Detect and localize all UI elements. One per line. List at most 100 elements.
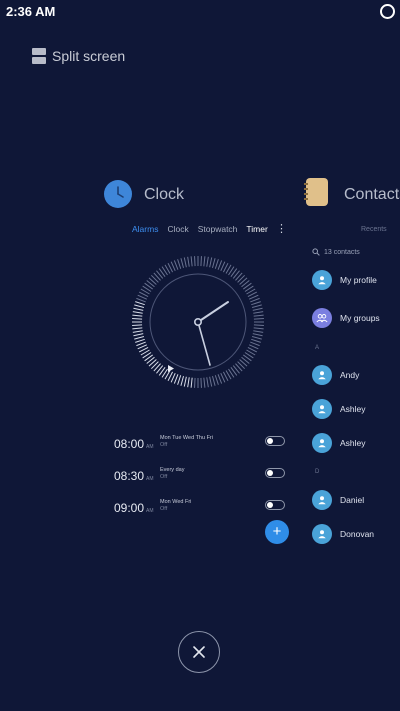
tab-timer[interactable]: Timer [246, 224, 267, 234]
dial-tick [136, 341, 146, 347]
dial-tick [209, 376, 213, 387]
dial-tick [183, 257, 187, 268]
contacts-search[interactable]: 13 contacts [312, 248, 360, 256]
dial-tick [217, 374, 223, 384]
alarm-days: Mon Wed Fri [160, 499, 192, 505]
add-alarm-button[interactable]: + [265, 520, 289, 544]
dial-tick [187, 377, 190, 388]
dial-tick [251, 336, 262, 340]
contact-name: Ashley [340, 404, 366, 414]
alarm-status: Off [160, 506, 168, 512]
dial-tick [212, 375, 216, 386]
contact-name: Andy [340, 370, 360, 380]
split-screen-label: Split screen [52, 48, 126, 64]
dial-tick [132, 327, 143, 330]
contacts-app-icon[interactable] [304, 178, 328, 206]
analog-clock-dial [130, 254, 266, 390]
dial-tick [132, 314, 143, 317]
contacts-app-title[interactable]: Contacts [344, 186, 400, 204]
person-avatar-icon [312, 433, 332, 453]
dial-tick [135, 301, 145, 306]
alarm-ampm: AM [146, 508, 154, 514]
dial-tick [133, 333, 144, 337]
dial-tick [135, 338, 145, 343]
clock-app-icon[interactable] [104, 180, 132, 208]
dial-tick [200, 256, 202, 267]
person-avatar-icon [312, 270, 332, 290]
dial-tick [180, 258, 184, 269]
dial-tick [194, 377, 196, 388]
dial-tick [206, 377, 209, 388]
hand-pivot [194, 318, 203, 327]
dial-tick [252, 333, 263, 337]
section-letter: D [315, 469, 320, 475]
dial-tick [250, 341, 260, 347]
person-avatar-icon [312, 365, 332, 385]
dial-tick [136, 297, 146, 303]
dial-tick [177, 375, 182, 385]
status-ring-icon [380, 4, 395, 19]
tab-stopwatch[interactable]: Stopwatch [198, 224, 238, 234]
clock-tabs: Alarms Clock Stopwatch Timer [132, 224, 268, 234]
contacts-count: 13 contacts [324, 248, 360, 256]
contact-item[interactable]: Donovan [312, 524, 374, 544]
person-avatar-icon [312, 524, 332, 544]
alarm-days: Mon Tue Wed Thu Fri [160, 435, 213, 441]
person-avatar-icon [312, 399, 332, 419]
tab-clock[interactable]: Clock [167, 224, 188, 234]
alarm-details: Mon Wed Fri Off [160, 499, 191, 513]
dial-tick [253, 318, 264, 320]
dial-tick [173, 260, 179, 270]
dial-tick [134, 304, 145, 308]
dial-tick [200, 377, 202, 388]
dial-tick [217, 260, 223, 270]
clock-app-title[interactable]: Clock [144, 186, 184, 204]
dial-tick [251, 338, 261, 343]
close-icon [193, 646, 205, 658]
dial-tick [190, 256, 193, 267]
dial-tick [180, 375, 184, 386]
dial-tick [214, 375, 219, 385]
contact-item[interactable]: Ashley [312, 399, 366, 419]
dial-tick [253, 327, 264, 330]
dial-tick [253, 324, 264, 326]
contact-item-my-groups[interactable]: My groups [312, 308, 380, 328]
contact-item[interactable]: Ashley [312, 433, 366, 453]
alarm-toggle[interactable] [265, 468, 285, 478]
alarm-ampm: AM [146, 444, 154, 450]
contact-item[interactable]: Andy [312, 365, 359, 385]
alarm-ampm: AM [146, 476, 154, 482]
search-icon [312, 248, 320, 256]
split-screen-button[interactable]: Split screen [32, 48, 125, 64]
alarm-details: Mon Tue Wed Thu Fri Off [160, 435, 213, 449]
alarm-time: 09:00 [114, 501, 145, 515]
alarm-row[interactable]: 08:00 AM [114, 435, 154, 453]
alarm-time: 08:00 [114, 437, 145, 451]
dial-tick [187, 256, 190, 267]
alarm-row[interactable]: 09:00 AM [114, 499, 154, 517]
dial-tick [173, 374, 179, 384]
alarm-row[interactable]: 08:30 AM [114, 467, 154, 485]
person-avatar-icon [312, 490, 332, 510]
dial-tick [203, 377, 206, 388]
dial-tick [190, 377, 193, 388]
dial-tick [177, 259, 182, 269]
alarm-toggle[interactable] [265, 500, 285, 510]
dial-tick [132, 324, 143, 326]
dial-tick [252, 307, 263, 311]
dial-tick [133, 307, 144, 311]
status-time: 2:36 AM [6, 4, 56, 19]
tab-alarms[interactable]: Alarms [132, 224, 158, 234]
close-recents-button[interactable] [178, 631, 220, 673]
alarm-toggle[interactable] [265, 436, 285, 446]
dial-tick [209, 257, 213, 268]
alarm-status: Off [160, 474, 168, 480]
dial-tick [212, 258, 216, 269]
more-options-icon[interactable]: ⋮ [276, 222, 287, 235]
dial-tick [251, 304, 262, 308]
recents-tab[interactable]: Recents [361, 226, 387, 233]
contact-item-my-profile[interactable]: My profile [312, 270, 377, 290]
contact-item[interactable]: Daniel [312, 490, 364, 510]
dial-tick [194, 256, 196, 267]
alarm-days: Every day [160, 467, 185, 473]
